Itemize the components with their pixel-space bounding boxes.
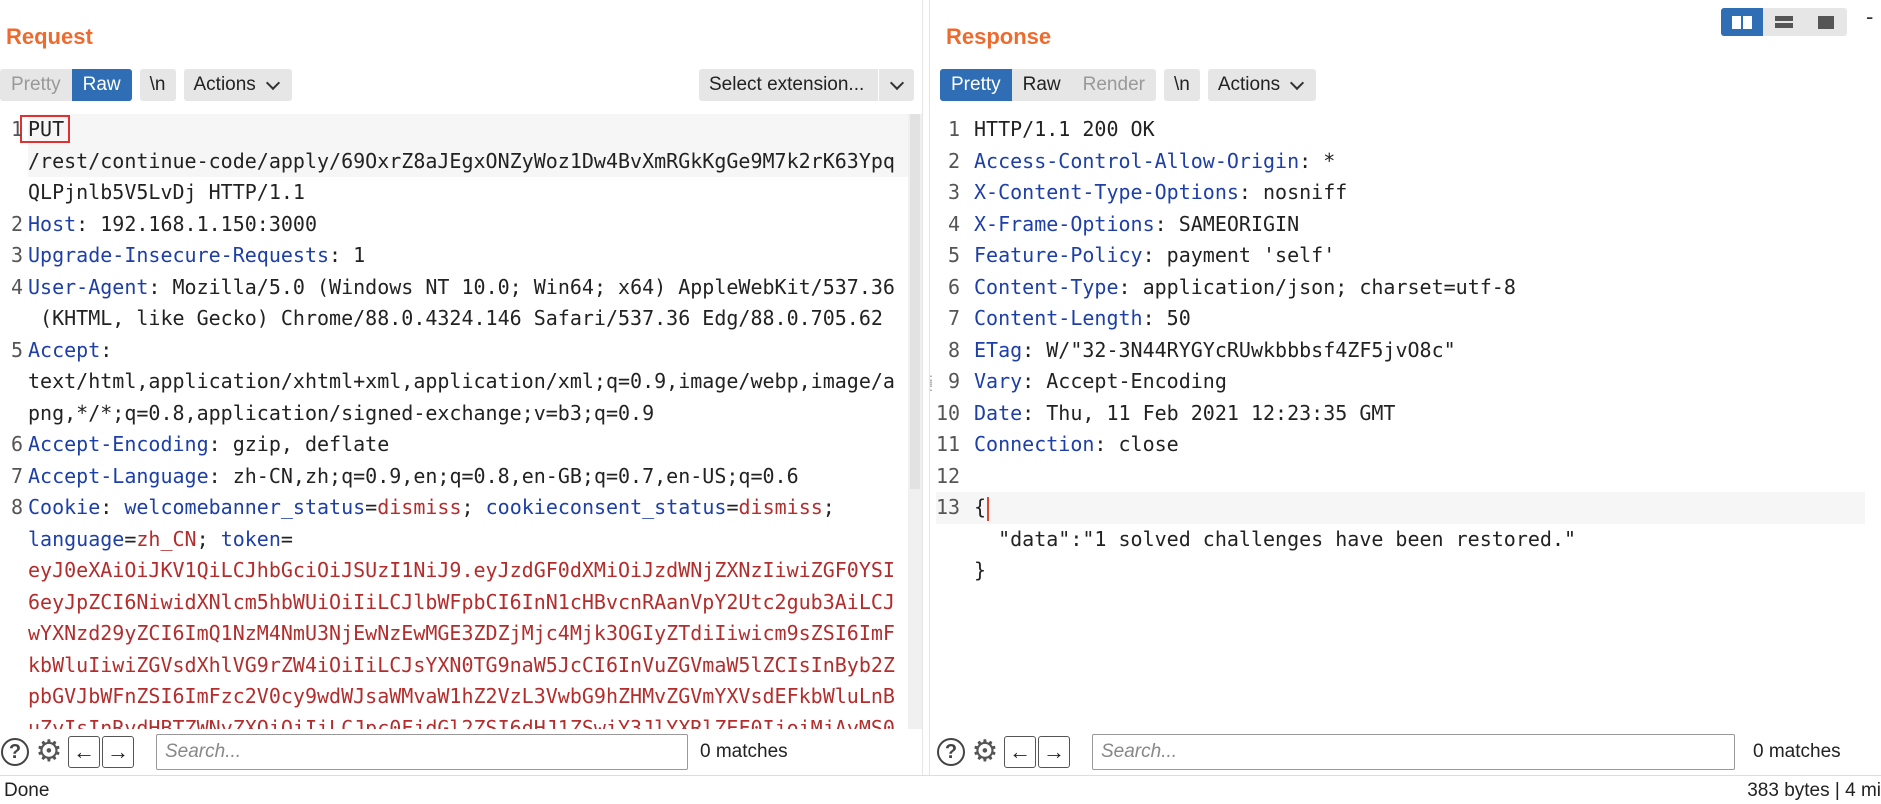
- response-newline-toggle[interactable]: \n: [1163, 69, 1200, 101]
- response-pane: Response Pretty Raw Render \n Actions 1H…: [930, 0, 1865, 775]
- request-line-gutter: [0, 114, 26, 729]
- help-icon: ?: [1, 738, 29, 766]
- response-line-2: 2 Access-Control-Allow-Origin: *: [947, 148, 1336, 173]
- chevron-down-icon: [889, 75, 904, 90]
- request-code: 1 PUT /rest/continue-code/apply/69OxrZ8aJ…: [10, 114, 908, 730]
- response-tab-render[interactable]: Render: [1072, 69, 1156, 101]
- text-caret: [987, 496, 990, 521]
- response-line-5: 5 Feature-Policy: payment 'self': [947, 243, 1336, 267]
- token-line: uZyIsInRvdHBTZWNyZXQiOiIiLCJpc0FjdGl2ZSI…: [28, 715, 895, 730]
- response-line-9: 9 Vary: Accept-Encoding: [947, 369, 1227, 393]
- select-extension-label: Select extension...: [709, 74, 865, 95]
- response-matches-count: 0 matches: [1753, 741, 1841, 762]
- request-line-6: 6 Accept-Encoding: gzip, deflate: [10, 432, 390, 456]
- request-newline-toggle[interactable]: \n: [139, 69, 176, 101]
- select-extension-dropdown[interactable]: Select extension...: [699, 69, 914, 101]
- token-line: eyJ0eXAiOiJKV1QiLCJhbGciOiJSUzI1NiJ9.eyJ…: [28, 558, 895, 582]
- arrow-left-icon: ←: [73, 739, 95, 764]
- request-tab-pretty[interactable]: Pretty: [0, 69, 72, 101]
- request-line-4: 4 User-Agent: Mozilla/5.0 (Windows NT 10.…: [10, 274, 895, 299]
- response-actions-label: Actions: [1217, 74, 1281, 95]
- request-scrollbar[interactable]: [908, 114, 922, 729]
- request-matches-count: 0 matches: [700, 741, 788, 762]
- response-view-tabs: Pretty Raw Render: [940, 69, 1156, 101]
- request-line-1-cont2: QLPjnlb5V5LvDj HTTP/1.1: [28, 180, 305, 204]
- chevron-down-icon: [265, 75, 280, 90]
- request-toolbar: Pretty Raw \n Actions: [0, 69, 300, 101]
- request-scrollbar-thumb[interactable]: [910, 114, 920, 489]
- response-line-3: 3 X-Content-Type-Options: nosniff: [947, 180, 1348, 204]
- request-line-1: 1 PUT: [11, 114, 908, 146]
- previous-match-button[interactable]: ←: [68, 736, 100, 768]
- request-line-3: 3 Upgrade-Insecure-Requests: 1: [10, 243, 366, 267]
- response-code: 1 HTTP/1.1 200 OK 2 Access-Control-Allow-O…: [936, 114, 1865, 587]
- collapse-icon[interactable]: -: [1866, 4, 1873, 30]
- response-line-10: 10 Date: Thu, 11 Feb 2021 12:23:35 GMT: [936, 400, 1396, 425]
- gear-icon: ⚙: [971, 735, 999, 768]
- method-highlight: PUT: [20, 115, 71, 143]
- response-line-13: 13{: [936, 492, 1865, 524]
- help-button[interactable]: ?: [936, 737, 966, 767]
- response-actions-button[interactable]: Actions: [1207, 69, 1317, 101]
- select-extension-arrow: [878, 69, 914, 101]
- next-match-button[interactable]: →: [102, 736, 134, 768]
- request-line-2: 2 Host: 192.168.1.150:3000: [10, 211, 317, 236]
- request-search-input[interactable]: [156, 734, 688, 770]
- chevron-down-icon: [1290, 75, 1305, 90]
- request-line-7: 7 Accept-Language: zh-CN,zh;q=0.9,en;q=0.…: [10, 463, 799, 488]
- response-search-bar: ? ⚙ ← → 0 matches: [936, 733, 1865, 771]
- arrow-right-icon: →: [107, 739, 129, 764]
- response-body-close: }: [974, 558, 987, 582]
- response-line-11: 11 Connection: close: [936, 432, 1179, 456]
- response-line-6: 6 Content-Type: application/json; charset…: [947, 274, 1516, 299]
- request-search-bar: ? ⚙ ← → 0 matches: [0, 733, 922, 771]
- status-bar: Done 383 bytes | 4 mi: [0, 775, 1881, 804]
- request-editor[interactable]: 1 PUT /rest/continue-code/apply/69OxrZ8aJ…: [0, 114, 908, 729]
- request-actions-label: Actions: [193, 74, 256, 95]
- request-view-tabs: Pretty Raw: [0, 69, 132, 101]
- response-body-data: "data":"1 solved challenges have been re…: [974, 526, 1577, 551]
- response-tab-pretty[interactable]: Pretty: [940, 69, 1012, 101]
- request-title: Request: [6, 24, 93, 49]
- previous-match-button[interactable]: ←: [1004, 736, 1036, 768]
- response-title: Response: [946, 24, 1052, 49]
- response-line-8: 8 ETag: W/"32-3N44RYGYcRUwkbbbsf4ZF5jvO8c…: [947, 337, 1456, 362]
- arrow-right-icon: →: [1043, 739, 1065, 764]
- gear-icon: ⚙: [35, 735, 63, 768]
- response-line-4: 4 X-Frame-Options: SAMEORIGIN: [947, 211, 1300, 236]
- request-pane: Request Pretty Raw \n Actions Select ext…: [0, 0, 922, 775]
- status-text: Done: [4, 780, 50, 801]
- request-line-5-cont2: png,*/*;q=0.8,application/signed-exchang…: [28, 400, 655, 425]
- token-line: pbGVJbWFnZSI6ImFzc2V0cy9wdWJsaWMvaW1hZ2V…: [28, 684, 895, 708]
- help-button[interactable]: ?: [0, 737, 30, 767]
- pane-divider[interactable]: ⋮ ⋮: [922, 0, 937, 775]
- response-size-info: 383 bytes | 4 mi: [1747, 780, 1881, 801]
- request-line-8-cont: language=zh_CN; token=: [28, 526, 293, 551]
- response-line-1: 1 HTTP/1.1 200 OK: [947, 117, 1155, 141]
- help-icon: ?: [937, 738, 965, 766]
- response-line-7: 7 Content-Length: 50: [947, 306, 1191, 330]
- request-line-4-cont: (KHTML, like Gecko) Chrome/88.0.4324.146…: [28, 306, 883, 330]
- request-line-5-cont: text/html,application/xhtml+xml,applicat…: [28, 369, 895, 393]
- token-line: wYXNzd29yZCI6ImQ1NzM4NmU3NjEwNzEwMGE3ZDZ…: [28, 621, 895, 645]
- response-editor[interactable]: 1 HTTP/1.1 200 OK 2 Access-Control-Allow-O…: [936, 114, 1865, 729]
- next-match-button[interactable]: →: [1038, 736, 1070, 768]
- token-line: 6eyJpZCI6NiwidXNlcm5hbWUiOiIiLCJlbWFpbCI…: [28, 589, 895, 614]
- request-line-5: 5 Accept:: [10, 337, 113, 362]
- token-line: kbWluIiwiZGVsdXhlVG9rZW4iOiIiLCJsYXN0TG9…: [28, 652, 895, 677]
- request-tab-raw[interactable]: Raw: [71, 69, 132, 101]
- response-tab-raw[interactable]: Raw: [1012, 69, 1072, 101]
- arrow-left-icon: ←: [1009, 739, 1031, 764]
- response-toolbar: Pretty Raw Render \n Actions: [940, 69, 1324, 101]
- request-line-8: 8 Cookie: welcomebanner_status=dismiss; c…: [10, 495, 835, 519]
- response-search-input[interactable]: [1092, 734, 1735, 770]
- search-settings-button[interactable]: ⚙: [970, 737, 1000, 767]
- response-line-12: 12: [936, 463, 961, 488]
- request-actions-button[interactable]: Actions: [183, 69, 292, 101]
- request-line-1-cont: /rest/continue-code/apply/69OxrZ8aJEgxON…: [28, 145, 908, 177]
- search-settings-button[interactable]: ⚙: [34, 737, 64, 767]
